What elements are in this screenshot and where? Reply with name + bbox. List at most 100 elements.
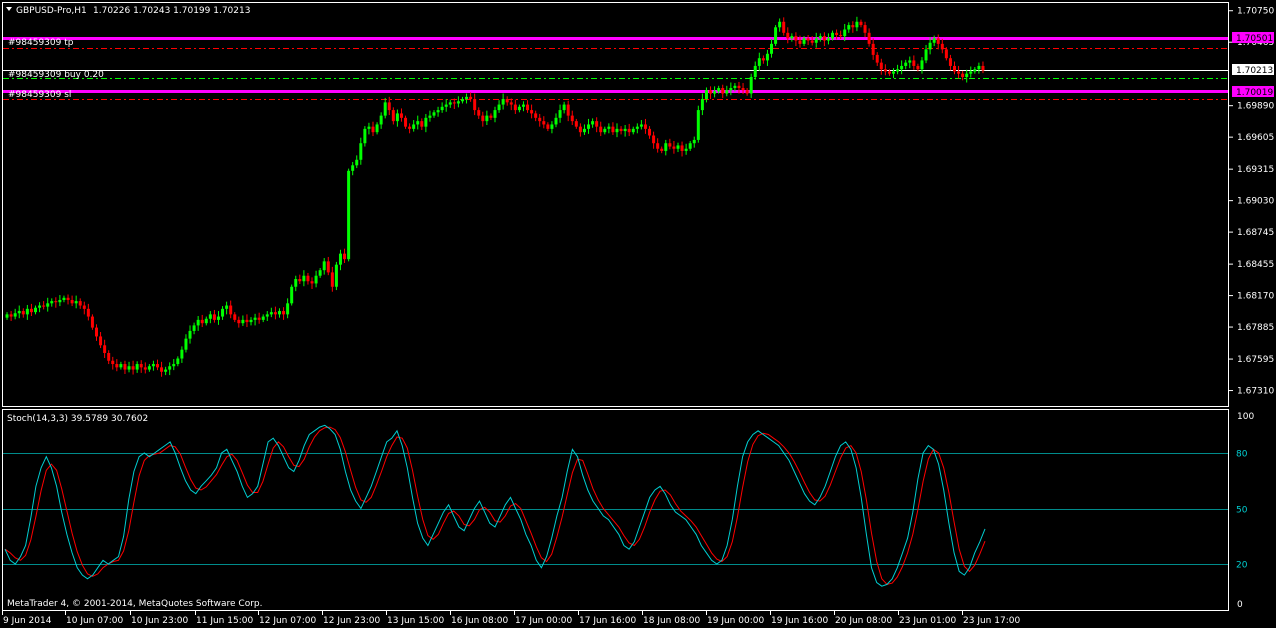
- candle-body: [607, 126, 611, 129]
- candle-body: [546, 124, 550, 129]
- candle-body: [725, 90, 729, 94]
- candle-body: [851, 25, 855, 28]
- candle-body: [42, 305, 46, 307]
- candle-body: [599, 126, 603, 133]
- candle-body: [831, 32, 835, 39]
- order-label-entry[interactable]: #98459309 buy 0.20: [8, 70, 104, 80]
- candle-body: [131, 366, 135, 370]
- candle-body: [322, 261, 326, 271]
- candle-body: [648, 128, 652, 136]
- candle-body: [953, 65, 957, 72]
- candle-body: [115, 364, 119, 368]
- candle-body: [737, 85, 741, 89]
- time-axis-label: 23 Jun 01:00: [899, 616, 956, 626]
- candle-body: [770, 43, 774, 54]
- candle-body: [814, 38, 818, 43]
- candle-body: [391, 110, 395, 122]
- candle-body: [241, 319, 245, 324]
- candle-body: [530, 110, 534, 114]
- candle-body: [387, 102, 391, 111]
- candle-body: [168, 366, 172, 370]
- candle-body: [184, 338, 188, 350]
- candle-body: [591, 121, 595, 125]
- candle-body: [436, 110, 440, 113]
- candle-body: [257, 317, 261, 320]
- candle-body: [395, 113, 399, 122]
- candle-body: [404, 117, 408, 127]
- candle-body: [900, 65, 904, 70]
- order-label-tp[interactable]: #98459309 tp: [8, 38, 74, 48]
- candle-body: [456, 101, 460, 104]
- candle-body: [78, 301, 82, 306]
- candle-body: [448, 102, 452, 105]
- candle-body: [774, 27, 778, 44]
- price-axis-label: 1.69605: [1237, 133, 1274, 143]
- candle-body: [652, 135, 656, 144]
- candle-body: [863, 25, 867, 33]
- candle-body: [920, 60, 924, 70]
- candle-body: [269, 312, 273, 315]
- candle-body: [826, 38, 830, 41]
- candle-body: [505, 99, 509, 103]
- candle-body: [582, 128, 586, 133]
- candle-body: [542, 121, 546, 125]
- candle-body: [343, 253, 347, 260]
- price-axis-label: 1.68455: [1237, 260, 1274, 270]
- candle-body: [696, 110, 700, 140]
- candle-body: [363, 128, 367, 144]
- candle-body: [485, 115, 489, 122]
- candle-body: [416, 121, 420, 125]
- candle-body: [635, 126, 639, 129]
- time-axis-label: 19 Jun 16:00: [771, 616, 828, 626]
- candle-body: [875, 54, 879, 63]
- candle-body: [643, 124, 647, 129]
- candle-body: [489, 115, 493, 118]
- candle-body: [452, 102, 456, 104]
- candle-body: [684, 148, 688, 151]
- candle-body: [587, 124, 591, 129]
- candle-body: [139, 364, 143, 368]
- candle-body: [786, 32, 790, 39]
- time-axis-label: 17 Jun 16:00: [579, 616, 636, 626]
- time-axis-label: 9 Jun 2014: [3, 616, 52, 626]
- candle-body: [172, 364, 176, 367]
- time-axis-label: 23 Jun 17:00: [963, 616, 1020, 626]
- candle-body: [155, 364, 159, 368]
- candle-body: [798, 40, 802, 44]
- candle-body: [176, 358, 180, 365]
- candle-body: [86, 308, 90, 317]
- time-axis-label: 11 Jun 15:00: [196, 616, 253, 626]
- candle-body: [916, 65, 920, 70]
- time-axis-label: 19 Jun 00:00: [707, 616, 764, 626]
- candle-body: [753, 65, 757, 77]
- candle-body: [371, 126, 375, 133]
- candle-body: [509, 102, 513, 105]
- candle-body: [855, 21, 859, 28]
- candle-body: [265, 314, 269, 317]
- candle-body: [21, 311, 25, 315]
- candle-body: [973, 69, 977, 72]
- order-label-sl[interactable]: #98459309 sl: [8, 90, 71, 100]
- chart-window[interactable]: 80 50 20 GBPUSD-Pro,H1 1.70226 1.70243 1.7…: [0, 0, 1276, 628]
- time-axis-label: 10 Jun 23:00: [131, 616, 188, 626]
- candle-body: [160, 367, 164, 372]
- candle-body: [359, 143, 363, 160]
- candle-body: [379, 115, 383, 125]
- time-axis-label: 12 Jun 23:00: [323, 616, 380, 626]
- candle-body: [469, 96, 473, 100]
- candle-body: [143, 367, 147, 370]
- candle-body: [123, 364, 127, 370]
- candle-body: [302, 275, 306, 282]
- candle-body: [127, 366, 131, 370]
- price-axis-label: 1.69030: [1237, 197, 1274, 207]
- price-axis-label: 1.67885: [1237, 323, 1274, 333]
- candle-body: [103, 345, 107, 354]
- candle-body: [627, 128, 631, 133]
- candle-body: [700, 99, 704, 111]
- candle-body: [355, 159, 359, 166]
- candle-body: [574, 121, 578, 127]
- candle-body: [497, 104, 501, 111]
- candle-body: [192, 325, 196, 331]
- price-axis-label: 1.67310: [1237, 387, 1274, 397]
- candle-body: [896, 69, 900, 72]
